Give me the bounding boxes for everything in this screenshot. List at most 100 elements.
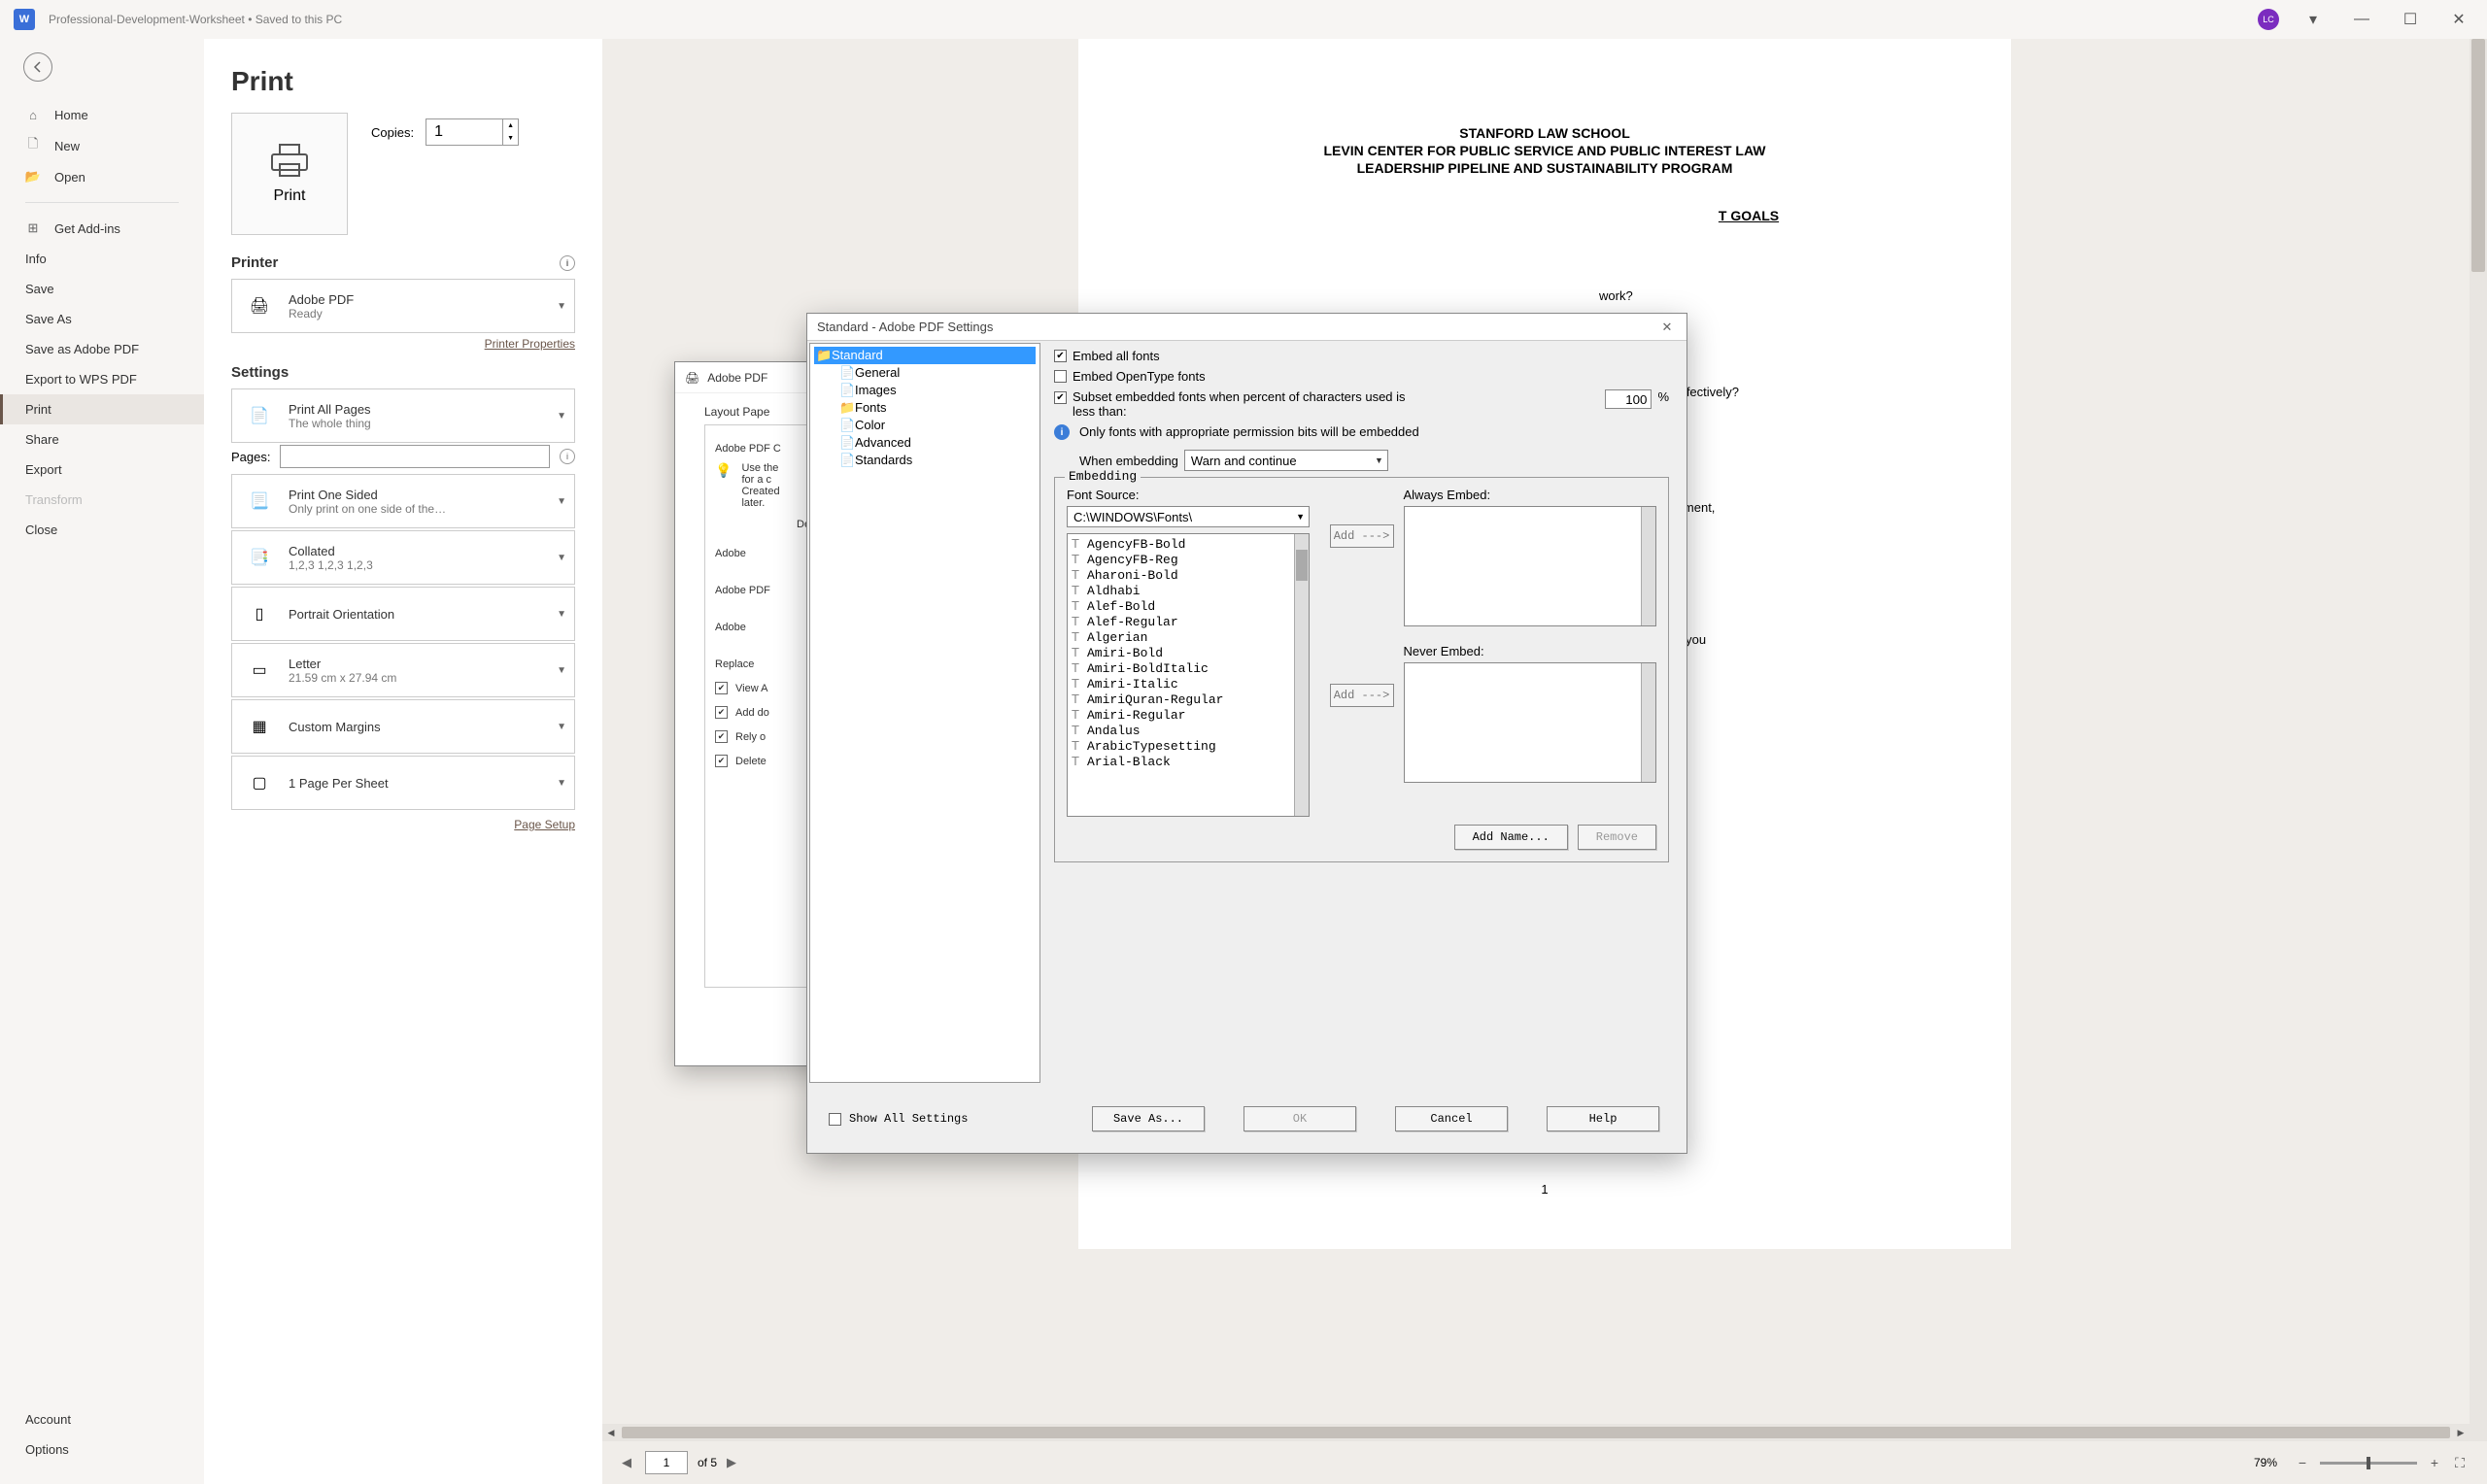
help-button[interactable]: Help — [1547, 1106, 1659, 1131]
font-item[interactable]: TAgencyFB-Bold — [1070, 536, 1307, 552]
pages-per-sheet-dropdown[interactable]: ▢ 1 Page Per Sheet ▼ — [231, 756, 575, 810]
ok-button[interactable]: OK — [1244, 1106, 1356, 1131]
font-item[interactable]: TAmiri-Regular — [1070, 707, 1307, 723]
nav-account[interactable]: Account — [0, 1404, 204, 1434]
next-page-button[interactable]: ▶ — [727, 1455, 740, 1470]
font-list[interactable]: TAgencyFB-BoldTAgencyFB-RegTAharoni-Bold… — [1067, 533, 1310, 817]
paper-size-dropdown[interactable]: ▭ Letter 21.59 cm x 27.94 cm ▼ — [231, 643, 575, 697]
font-item[interactable]: TAndalus — [1070, 723, 1307, 738]
page-setup-link[interactable]: Page Setup — [514, 818, 575, 831]
print-range-dropdown[interactable]: 📄 Print All Pages The whole thing ▼ — [231, 388, 575, 443]
font-item[interactable]: TAldhabi — [1070, 583, 1307, 598]
zoom-out-button[interactable]: − — [2295, 1455, 2310, 1470]
dialog1-check-delete[interactable] — [715, 755, 728, 767]
font-list-scrollbar[interactable] — [1294, 534, 1309, 816]
chevron-down-icon: ▼ — [557, 722, 566, 732]
nav-close[interactable]: Close — [0, 515, 204, 545]
tree-advanced[interactable]: 📄Advanced — [837, 434, 1036, 452]
nav-share[interactable]: Share — [0, 424, 204, 455]
hscroll-left[interactable]: ◀ — [602, 1424, 620, 1441]
dialog2-close-button[interactable]: ✕ — [1657, 320, 1677, 335]
close-button[interactable]: ✕ — [2444, 5, 2473, 34]
maximize-button[interactable]: ☐ — [2396, 5, 2425, 34]
embed-all-checkbox[interactable] — [1054, 350, 1067, 362]
printer-dropdown[interactable]: 🖨 Adobe PDF Ready ▼ — [231, 279, 575, 333]
nav-home[interactable]: ⌂ Home — [0, 99, 204, 130]
nav-print[interactable]: Print — [0, 394, 204, 424]
always-embed-list[interactable] — [1404, 506, 1657, 626]
when-embedding-select[interactable]: Warn and continue — [1184, 450, 1388, 471]
pages-input[interactable] — [280, 445, 550, 468]
subset-checkbox[interactable] — [1054, 391, 1067, 404]
home-icon: ⌂ — [25, 107, 41, 122]
nav-new[interactable]: 🗋 New — [0, 130, 204, 161]
font-item[interactable]: TArial-Black — [1070, 754, 1307, 769]
tree-images[interactable]: 📄Images — [837, 382, 1036, 399]
tree-color[interactable]: 📄Color — [837, 417, 1036, 434]
pages-info-icon[interactable]: i — [560, 449, 575, 464]
nav-info[interactable]: Info — [0, 244, 204, 274]
chevron-down-icon: ▼ — [557, 301, 566, 312]
add-name-button[interactable]: Add Name... — [1454, 825, 1568, 850]
copies-down[interactable]: ▼ — [503, 132, 518, 145]
add-always-button[interactable]: Add ---> — [1330, 524, 1394, 548]
font-item[interactable]: TAmiri-Bold — [1070, 645, 1307, 660]
printer-info-icon[interactable]: i — [560, 255, 575, 271]
font-item[interactable]: TAmiriQuran-Regular — [1070, 691, 1307, 707]
nav-export-wps-pdf[interactable]: Export to WPS PDF — [0, 364, 204, 394]
nav-options[interactable]: Options — [0, 1434, 204, 1465]
dialog1-check-rely[interactable] — [715, 730, 728, 743]
font-item[interactable]: TAlef-Regular — [1070, 614, 1307, 629]
printer-properties-link[interactable]: Printer Properties — [485, 337, 575, 351]
font-item[interactable]: TAmiri-Italic — [1070, 676, 1307, 691]
nav-addins[interactable]: ⊞ Get Add-ins — [0, 213, 204, 244]
font-item[interactable]: TAharoni-Bold — [1070, 567, 1307, 583]
preview-horizontal-scrollbar[interactable]: ◀ ▶ — [602, 1424, 2470, 1441]
preview-vertical-scrollbar[interactable] — [2470, 39, 2487, 1441]
orientation-dropdown[interactable]: ▯ Portrait Orientation ▼ — [231, 587, 575, 641]
nav-open[interactable]: 📂 Open — [0, 161, 204, 192]
font-item[interactable]: TAmiri-BoldItalic — [1070, 660, 1307, 676]
tree-fonts[interactable]: 📁Fonts — [837, 399, 1036, 417]
copies-spinner[interactable]: 1 ▲ ▼ — [426, 118, 519, 146]
tree-standard[interactable]: 📁Standard — [814, 347, 1036, 364]
nav-saveas[interactable]: Save As — [0, 304, 204, 334]
sides-dropdown[interactable]: 📃 Print One Sided Only print on one side… — [231, 474, 575, 528]
dialog1-check-add[interactable] — [715, 706, 728, 719]
embed-opentype-checkbox[interactable] — [1054, 370, 1067, 383]
tree-standards[interactable]: 📄Standards — [837, 452, 1036, 469]
font-item[interactable]: TAgencyFB-Reg — [1070, 552, 1307, 567]
show-all-settings-checkbox[interactable] — [829, 1113, 841, 1126]
font-source-select[interactable]: C:\WINDOWS\Fonts\ — [1067, 506, 1310, 527]
titlebar: W Professional-Development-Worksheet • S… — [0, 0, 2487, 39]
font-item[interactable]: TArabicTypesetting — [1070, 738, 1307, 754]
zoom-in-button[interactable]: + — [2427, 1455, 2442, 1470]
subset-percent-input[interactable] — [1605, 389, 1652, 409]
tree-general[interactable]: 📄General — [837, 364, 1036, 382]
print-button[interactable]: Print — [231, 113, 348, 235]
zoom-fit-button[interactable]: ⛶ — [2452, 1455, 2468, 1471]
remove-button[interactable]: Remove — [1578, 825, 1656, 850]
nav-save[interactable]: Save — [0, 274, 204, 304]
page-number-input[interactable] — [645, 1451, 688, 1474]
zoom-slider[interactable] — [2320, 1462, 2417, 1465]
font-item[interactable]: TAlgerian — [1070, 629, 1307, 645]
settings-tree[interactable]: 📁Standard 📄General 📄Images 📁Fonts 📄Color… — [809, 343, 1040, 1083]
cancel-button[interactable]: Cancel — [1395, 1106, 1508, 1131]
save-as-button[interactable]: Save As... — [1092, 1106, 1205, 1131]
add-never-button[interactable]: Add ---> — [1330, 684, 1394, 707]
never-embed-list[interactable] — [1404, 662, 1657, 783]
font-item[interactable]: TAlef-Bold — [1070, 598, 1307, 614]
prev-page-button[interactable]: ◀ — [622, 1455, 635, 1470]
minimize-button[interactable]: — — [2347, 5, 2376, 34]
ribbon-options-button[interactable]: ▾ — [2299, 5, 2328, 34]
dialog1-check-view[interactable] — [715, 682, 728, 694]
collate-dropdown[interactable]: 📑 Collated 1,2,3 1,2,3 1,2,3 ▼ — [231, 530, 575, 585]
nav-export[interactable]: Export — [0, 455, 204, 485]
hscroll-right[interactable]: ▶ — [2452, 1424, 2470, 1441]
nav-save-adobe-pdf[interactable]: Save as Adobe PDF — [0, 334, 204, 364]
user-avatar[interactable]: LC — [2258, 9, 2279, 30]
margins-dropdown[interactable]: ▦ Custom Margins ▼ — [231, 699, 575, 754]
copies-up[interactable]: ▲ — [503, 119, 518, 132]
back-button[interactable] — [23, 52, 52, 82]
